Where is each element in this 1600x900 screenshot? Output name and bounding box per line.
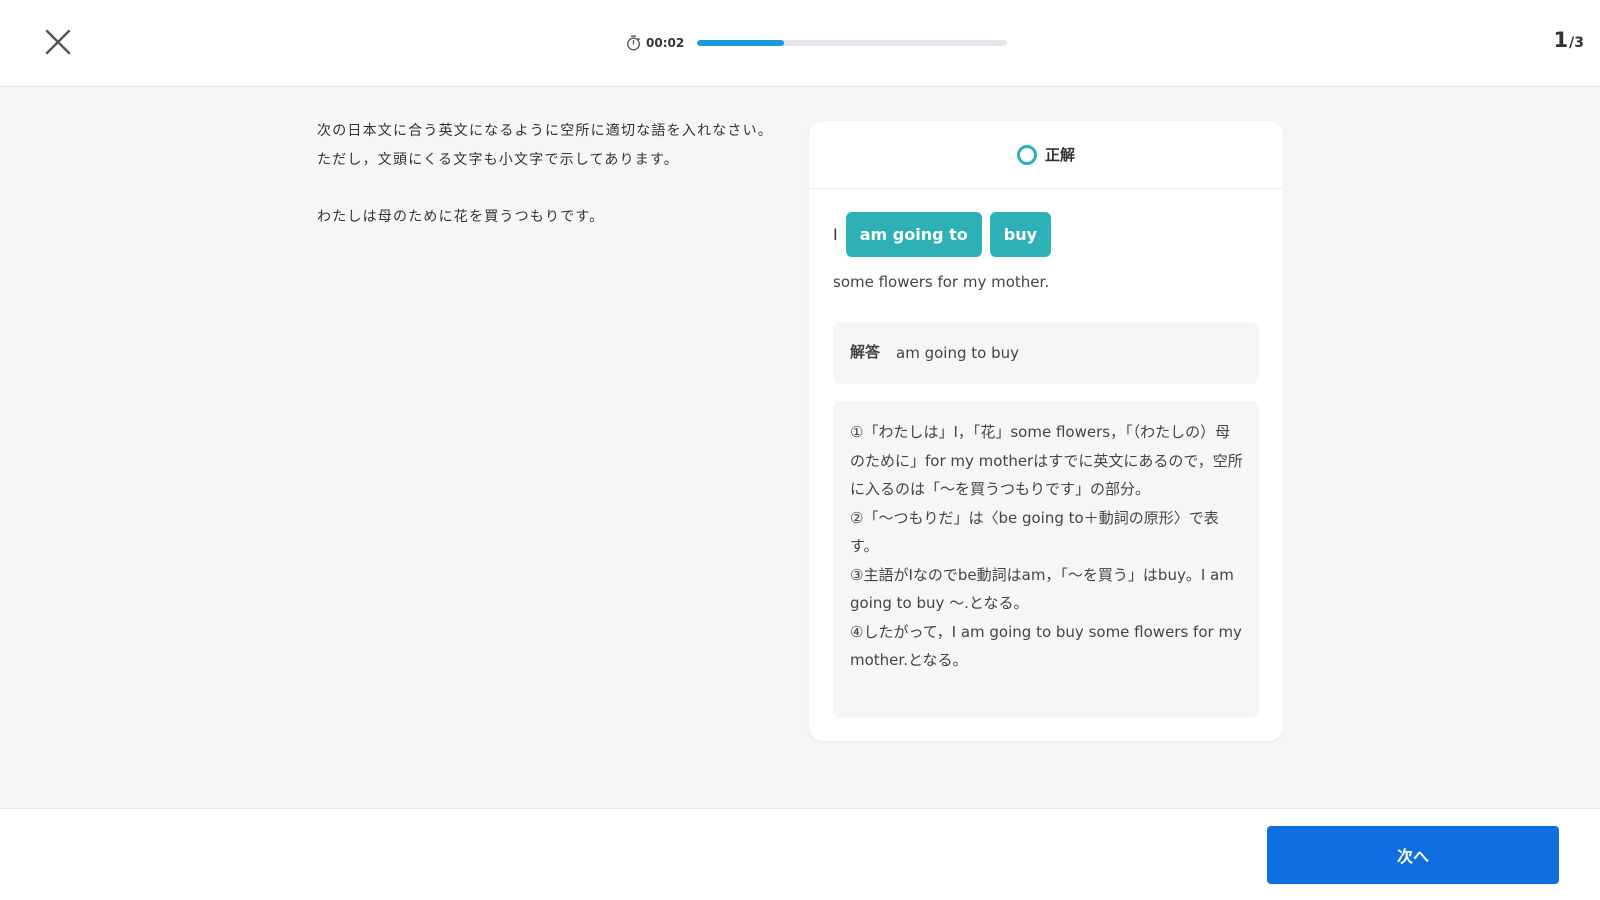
answer-chip: buy [989,212,1052,257]
answer-lead-word: I [833,225,838,244]
circle-correct-icon [1016,144,1037,165]
explanation-line: ①「わたしは」I，「花」some flowers，「（わたしの）母のために」fo… [850,423,1243,498]
counter-current: 1 [1553,28,1569,52]
result-header: 正解 [809,121,1283,189]
stopwatch-icon [626,35,641,51]
close-icon[interactable] [42,26,74,58]
question-panel: 次の日本文に合う英文になるように空所に適切な語を入れなさい。ただし，文頭にくる文… [317,117,787,232]
solution-box: 解答 am going to buy [833,322,1259,384]
counter-total: /3 [1569,35,1584,51]
explanation-box: ①「わたしは」I，「花」some flowers，「（わたしの）母のために」fo… [833,401,1259,718]
result-status: 正解 [1044,146,1075,164]
result-card: 正解 I am going to buy some flowers for my… [809,121,1283,741]
next-button[interactable]: 次へ [1267,826,1559,884]
timer: 00:02 [626,33,684,53]
question-sentence: わたしは母のために花を買うつもりです。 [317,209,605,225]
solution-value: am going to buy [896,344,1019,362]
timer-value: 00:02 [646,36,685,50]
bottom-bar: 次へ [0,808,1600,900]
question-instruction: 次の日本文に合う英文になるように空所に適切な語を入れなさい。ただし，文頭にくる文… [317,123,773,168]
explanation-line: ②「～つもりだ」は〈be going to＋動詞の原形〉で表す。 [850,508,1219,556]
progress-fill [697,40,784,46]
answer-chip: am going to [845,212,982,257]
question-counter: 1 /3 [1554,28,1584,52]
explanation-line: ④したがって，I am going to buy some flowers fo… [850,622,1242,670]
solution-label: 解答 [850,343,881,361]
answer-rest-text: some flowers for my mother. [833,273,1050,291]
top-bar: 00:02 1 /3 [0,0,1600,87]
progress-bar [697,40,1007,46]
answer-line: I am going to buy [833,212,1052,257]
explanation-line: ③主語がIなのでbe動詞はam，「～を買う」はbuy。I am going to… [850,565,1234,613]
